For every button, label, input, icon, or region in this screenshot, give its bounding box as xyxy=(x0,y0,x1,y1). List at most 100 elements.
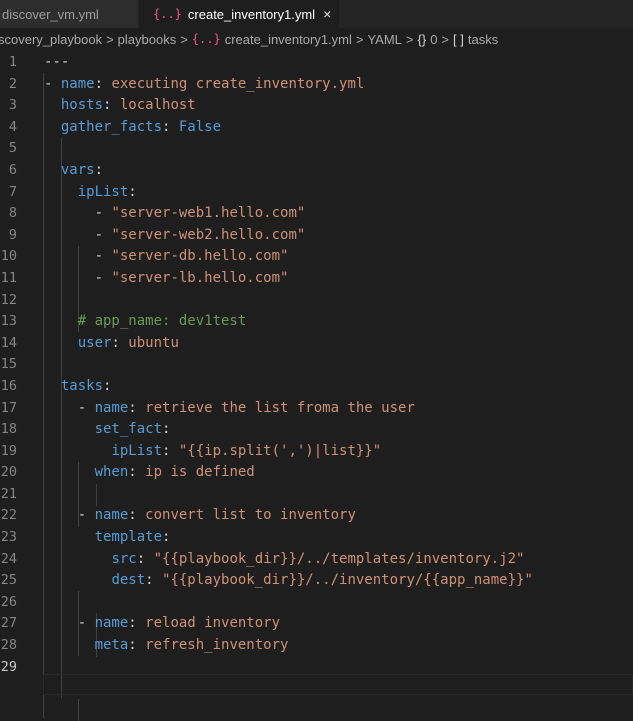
code-line[interactable]: 8 - "server-web1.hello.com" xyxy=(0,203,633,225)
code-line[interactable]: 21 xyxy=(0,484,633,506)
code-text: # app_name: dev1test xyxy=(44,311,247,333)
breadcrumb: scovery_playbook > playbooks > {..} crea… xyxy=(0,28,633,52)
code-line[interactable]: 19 ipList: "{{ip.split(',')|list}}" xyxy=(0,441,633,463)
code-line[interactable]: 23 template: xyxy=(0,527,633,549)
code-token: ip is defined xyxy=(145,464,255,481)
code-line[interactable]: 13 # app_name: dev1test xyxy=(0,311,633,333)
code-line[interactable]: 1 --- xyxy=(0,52,633,74)
code-token: gather_facts xyxy=(60,118,163,135)
code-text: gather_facts: False xyxy=(44,117,221,139)
code-token: when xyxy=(94,464,129,481)
code-token: : xyxy=(162,118,179,135)
code-token: - xyxy=(44,248,112,265)
line-number: 12 xyxy=(0,291,17,308)
breadcrumb-index[interactable]: 0 xyxy=(430,32,437,47)
line-number: 9 xyxy=(8,226,17,243)
code-token: : xyxy=(128,183,137,200)
code-line[interactable]: 7 ipList: xyxy=(0,182,633,204)
code-line[interactable]: 27 - name: reload inventory xyxy=(0,613,633,635)
yaml-file-icon: {..} xyxy=(191,32,221,46)
code-token: : xyxy=(103,377,112,394)
tab-create-inventory[interactable]: {..} create_inventory1.yml × xyxy=(139,0,341,28)
code-line[interactable]: 2 - name: executing create_inventory.yml xyxy=(0,74,633,96)
code-line[interactable]: 12 xyxy=(0,290,633,312)
code-token: : xyxy=(111,334,129,351)
code-line[interactable]: 28 meta: refresh_inventory xyxy=(0,635,633,657)
code-token: : xyxy=(94,161,104,178)
code-line[interactable]: 29 xyxy=(0,657,633,679)
line-number: 17 xyxy=(0,399,17,416)
code-text: - "server-web1.hello.com" xyxy=(44,203,306,225)
code-line[interactable]: 5 xyxy=(0,138,633,160)
code-token: ipList xyxy=(77,183,129,200)
breadcrumb-folder-root[interactable]: scovery_playbook xyxy=(0,32,102,47)
code-token: - xyxy=(44,269,112,286)
code-line[interactable]: 25 dest: "{{playbook_dir}}/../inventory/… xyxy=(0,570,633,592)
line-number: 14 xyxy=(0,334,17,351)
code-text: template: xyxy=(44,527,171,549)
code-token: - xyxy=(44,75,61,92)
code-token: tasks xyxy=(60,377,104,394)
code-text: hosts: localhost xyxy=(44,95,196,117)
code-line[interactable]: 11 - "server-lb.hello.com" xyxy=(0,268,633,290)
line-number: 21 xyxy=(0,485,17,502)
code-token: : xyxy=(103,97,120,114)
chevron-right-icon: > xyxy=(180,31,188,47)
code-line[interactable]: 17 - name: retrieve the list froma the u… xyxy=(0,398,633,420)
code-token: set_fact xyxy=(94,421,163,438)
code-line[interactable]: 3 hosts: localhost xyxy=(0,95,633,117)
code-token: reload inventory xyxy=(145,615,281,632)
line-number: 4 xyxy=(8,118,17,135)
breadcrumb-folder-playbooks[interactable]: playbooks xyxy=(118,32,177,47)
code-token: name xyxy=(94,507,129,524)
code-line[interactable]: 20 when: ip is defined xyxy=(0,462,633,484)
chevron-right-icon: > xyxy=(441,31,450,47)
code-token: executing create_inventory.yml xyxy=(111,75,365,92)
code-line[interactable]: 16 tasks: xyxy=(0,376,633,398)
code-token: refresh_inventory xyxy=(145,637,289,654)
line-number: 19 xyxy=(0,442,17,459)
line-number: 27 xyxy=(0,615,17,632)
line-number: 3 xyxy=(8,97,17,114)
code-line[interactable]: 24 src: "{{playbook_dir}}/../templates/i… xyxy=(0,549,633,571)
tab-bar-empty xyxy=(340,0,633,28)
code-line[interactable]: 6 vars: xyxy=(0,160,633,182)
line-number: 20 xyxy=(0,464,17,481)
code-token: src xyxy=(111,550,137,567)
code-line[interactable]: 9 - "server-web2.hello.com" xyxy=(0,225,633,247)
code-token: convert list to inventory xyxy=(145,507,356,524)
tab-label: create_inventory1.yml xyxy=(187,6,316,22)
code-editor[interactable]: 1 --- 2- name: executing create_inventory.… xyxy=(0,52,633,721)
indent-guide xyxy=(78,699,79,721)
code-token: : xyxy=(128,507,146,524)
line-number: 22 xyxy=(0,507,17,524)
code-token: - xyxy=(44,615,95,632)
code-token: vars xyxy=(60,161,95,178)
code-line[interactable]: 4 gather_facts: False xyxy=(0,117,633,139)
line-number: 15 xyxy=(0,356,17,373)
code-text: ipList: xyxy=(44,182,137,204)
line-number: 26 xyxy=(0,593,17,610)
code-token: hosts xyxy=(60,97,104,114)
code-token: "server-web2.hello.com" xyxy=(111,226,306,243)
code-token: "server-db.hello.com" xyxy=(111,248,289,265)
breadcrumb-file[interactable]: create_inventory1.yml xyxy=(225,32,352,47)
breadcrumb-tasks[interactable]: tasks xyxy=(468,32,498,47)
close-icon[interactable]: × xyxy=(323,6,331,22)
breadcrumb-yaml[interactable]: YAML xyxy=(367,32,401,47)
tab-discover-vm[interactable]: discover_vm.yml xyxy=(0,0,139,28)
chevron-right-icon: > xyxy=(355,31,364,47)
code-line[interactable]: 14 user: ubuntu xyxy=(0,333,633,355)
code-line[interactable]: 18 set_fact: xyxy=(0,419,633,441)
code-text: - name: convert list to inventory xyxy=(44,505,356,527)
code-token: : xyxy=(128,637,146,654)
code-line[interactable]: 15 xyxy=(0,354,633,376)
code-line[interactable]: 26 xyxy=(0,592,633,614)
code-line[interactable]: 22 - name: convert list to inventory xyxy=(0,505,633,527)
code-line[interactable]: 10 - "server-db.hello.com" xyxy=(0,246,633,268)
